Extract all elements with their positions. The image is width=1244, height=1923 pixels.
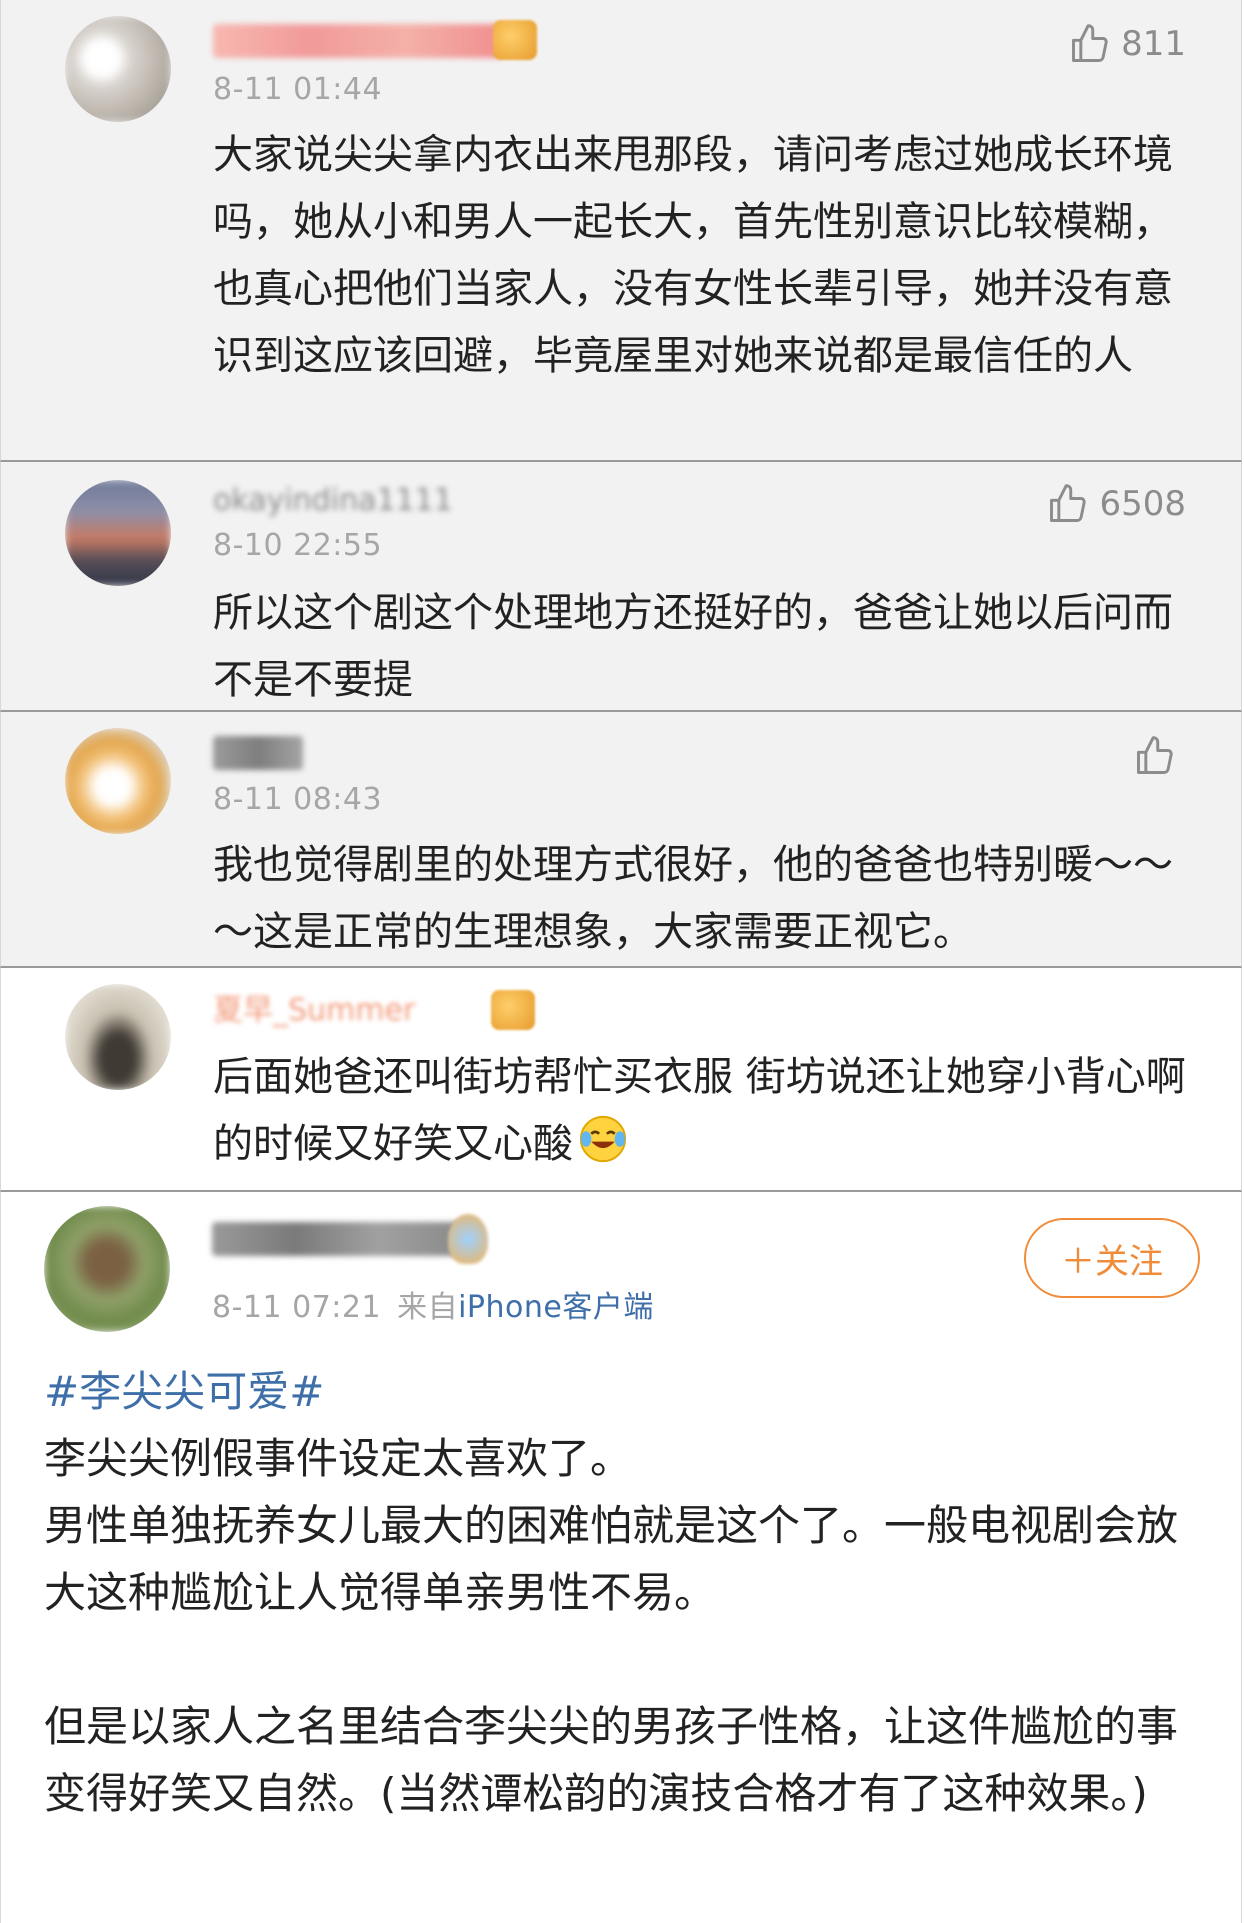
- comment-item: 夏早_Summer 后面她爸还叫街坊帮忙买衣服 街坊说还让她穿小背心啊的时候又好…: [0, 968, 1242, 1192]
- comment-time: 8-11 01:44: [213, 72, 383, 107]
- comment-text: 我也觉得剧里的处理方式很好，他的爸爸也特别暖～～～这是正常的生理想象，大家需要正…: [213, 842, 1173, 955]
- thumbs-up-icon: [1072, 24, 1108, 62]
- post-text: #李尖尖可爱# 李尖尖例假事件设定太喜欢了。 男性单独抚养女儿最大的困难怕就是这…: [44, 1358, 1214, 1827]
- username-blurred[interactable]: [212, 1222, 462, 1256]
- badge-icon: [491, 990, 535, 1030]
- source-link[interactable]: iPhone客户端: [458, 1290, 654, 1325]
- post-source: 来自iPhone客户端: [397, 1290, 654, 1325]
- comment-item: 8-11 08:43 我也觉得剧里的处理方式很好，他的爸爸也特别暖～～～这是正常…: [0, 712, 1242, 968]
- post-time: 8-11 07:21: [212, 1290, 382, 1325]
- post-paragraph: 但是以家人之名里结合李尖尖的男孩子性格，让这件尴尬的事变得好笑又自然。(当然谭松…: [44, 1702, 1179, 1818]
- comment-text-content: 后面她爸还叫街坊帮忙买衣服 街坊说还让她穿小背心啊的时候又好笑又心酸: [213, 1054, 1186, 1167]
- like-button[interactable]: 811: [1067, 22, 1186, 66]
- thumbs-up-icon: [1137, 736, 1173, 774]
- thumbs-up-icon: [1050, 484, 1087, 522]
- comment-time: 8-10 22:55: [213, 528, 383, 563]
- like-button[interactable]: 6508: [1045, 482, 1186, 526]
- badge-icon: [448, 1214, 488, 1264]
- comment-text: 大家说尖尖拿内衣出来甩那段，请问考虑过她成长环境吗，她从小和男人一起长大，首先性…: [213, 132, 1173, 379]
- like-button[interactable]: [1132, 734, 1186, 778]
- post-meta: 8-11 07:21 来自iPhone客户端: [212, 1282, 654, 1326]
- follow-button[interactable]: ＋关注: [1024, 1218, 1200, 1298]
- comment-item: okayindina1111 8-10 22:55 6508 所以这个剧这个处理…: [0, 462, 1242, 712]
- avatar[interactable]: [65, 728, 171, 834]
- username-blurred[interactable]: [213, 24, 503, 58]
- username-blurred[interactable]: [213, 736, 303, 770]
- avatar[interactable]: [65, 16, 171, 122]
- comment-time: 8-11 08:43: [213, 782, 383, 817]
- laugh-cry-emoji-icon: [579, 1115, 627, 1163]
- source-prefix: 来自: [397, 1290, 459, 1325]
- comment-feed: 8-11 01:44 811 大家说尖尖拿内衣出来甩那段，请问考虑过她成长环境吗…: [0, 0, 1244, 1923]
- comment-item: 8-11 01:44 811 大家说尖尖拿内衣出来甩那段，请问考虑过她成长环境吗…: [0, 0, 1242, 462]
- badge-icon: [493, 20, 537, 60]
- avatar[interactable]: [65, 984, 171, 1090]
- avatar[interactable]: [44, 1206, 170, 1332]
- avatar[interactable]: [65, 480, 171, 586]
- comment-text: 后面她爸还叫街坊帮忙买衣服 街坊说还让她穿小背心啊的时候又好笑又心酸: [213, 1044, 1203, 1178]
- comment-text: 所以这个剧这个处理地方还挺好的，爸爸让她以后问而不是不要提: [213, 590, 1173, 703]
- post-paragraph: 李尖尖例假事件设定太喜欢了。: [44, 1434, 633, 1483]
- username-blurred[interactable]: 夏早_Summer: [213, 994, 473, 1028]
- like-count: 6508: [1099, 484, 1186, 524]
- post-paragraph: 男性单独抚养女儿最大的困难怕就是这个了。一般电视剧会放大这种尴尬让人觉得单亲男性…: [44, 1501, 1179, 1617]
- hashtag-link[interactable]: #李尖尖可爱#: [44, 1367, 324, 1416]
- username-blurred[interactable]: okayindina1111: [213, 484, 503, 518]
- like-count: 811: [1121, 24, 1186, 64]
